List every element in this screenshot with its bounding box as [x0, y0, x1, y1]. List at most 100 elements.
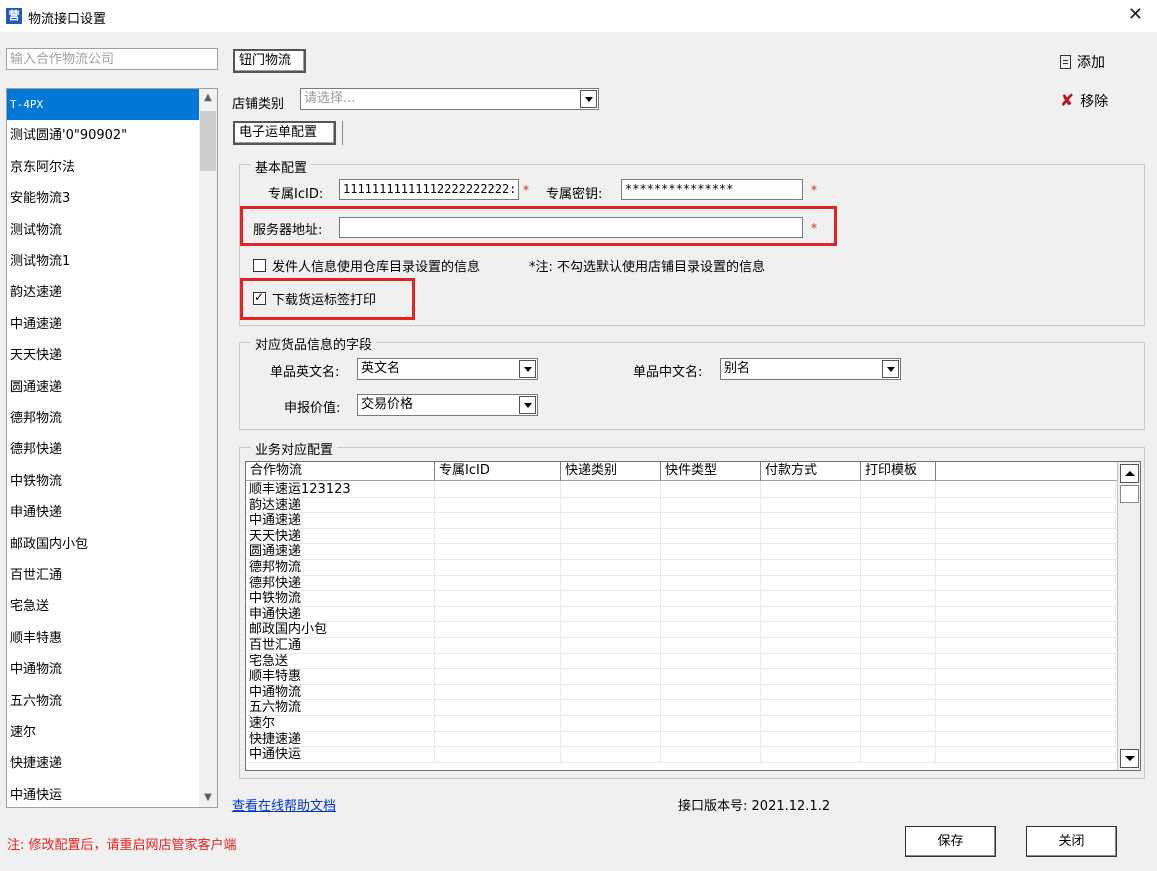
- table-row[interactable]: 顺丰特惠: [246, 669, 1116, 685]
- company-list-item[interactable]: T-4PX: [7, 89, 200, 120]
- table-cell[interactable]: [761, 731, 861, 747]
- company-list-item[interactable]: 中通快运: [7, 780, 200, 807]
- table-cell[interactable]: [561, 528, 661, 544]
- table-cell[interactable]: [661, 560, 761, 575]
- grid-column-header[interactable]: 打印模板: [861, 462, 936, 481]
- table-cell[interactable]: [561, 638, 661, 653]
- table-cell[interactable]: [435, 716, 561, 731]
- table-cell[interactable]: [936, 560, 1116, 575]
- scroll-up-icon[interactable]: [1120, 464, 1139, 483]
- table-cell[interactable]: [435, 669, 561, 685]
- table-cell[interactable]: [861, 684, 936, 700]
- company-list-item[interactable]: 安能物流3: [7, 183, 200, 214]
- declare-value-select[interactable]: 交易价格: [357, 394, 538, 416]
- company-list-item[interactable]: 圆通速递: [7, 372, 200, 403]
- company-list-item[interactable]: 百世汇通: [7, 560, 200, 591]
- company-list-item[interactable]: 宅急送: [7, 591, 200, 622]
- table-cell[interactable]: [561, 684, 661, 700]
- table-cell[interactable]: [661, 716, 761, 731]
- table-cell[interactable]: 宅急送: [246, 653, 435, 669]
- table-cell[interactable]: [861, 622, 936, 638]
- table-cell[interactable]: [761, 700, 861, 716]
- company-list-item[interactable]: 韵达速递: [7, 277, 200, 308]
- table-cell[interactable]: [435, 544, 561, 560]
- table-cell[interactable]: [435, 513, 561, 529]
- table-cell[interactable]: [435, 497, 561, 513]
- secret-input[interactable]: ***************: [621, 179, 803, 200]
- table-cell[interactable]: [661, 544, 761, 560]
- company-list-item[interactable]: 天天快递: [7, 340, 200, 371]
- table-cell[interactable]: [561, 716, 661, 731]
- table-row[interactable]: 韵达速递: [246, 497, 1116, 514]
- table-cell[interactable]: [861, 528, 936, 544]
- table-cell[interactable]: [661, 528, 761, 544]
- table-cell[interactable]: 顺丰特惠: [246, 669, 435, 685]
- table-cell[interactable]: [435, 560, 561, 575]
- table-cell[interactable]: [661, 513, 761, 529]
- table-row[interactable]: 中通速递: [246, 513, 1116, 529]
- checkbox-icon[interactable]: [253, 290, 266, 305]
- table-cell[interactable]: [561, 513, 661, 529]
- company-list-item[interactable]: 邮政国内小包: [7, 529, 200, 560]
- table-cell[interactable]: [861, 653, 936, 669]
- table-cell[interactable]: 韵达速递: [246, 497, 435, 513]
- table-cell[interactable]: 邮政国内小包: [246, 622, 435, 638]
- company-list-item[interactable]: 中通物流: [7, 654, 200, 685]
- company-list-item[interactable]: 申通快递: [7, 497, 200, 528]
- table-cell[interactable]: [936, 591, 1116, 607]
- company-list-item[interactable]: 测试圆通'0"90902": [7, 120, 200, 151]
- table-cell[interactable]: [861, 716, 936, 731]
- scroll-down-icon[interactable]: [1120, 749, 1139, 768]
- table-row[interactable]: 中通物流: [246, 684, 1116, 701]
- table-cell[interactable]: [435, 700, 561, 716]
- table-cell[interactable]: [561, 544, 661, 560]
- table-cell[interactable]: [561, 591, 661, 607]
- table-row[interactable]: 中通快运: [246, 747, 1116, 763]
- table-cell[interactable]: 中通物流: [246, 684, 435, 700]
- company-list-item[interactable]: 德邦快递: [7, 434, 200, 465]
- table-cell[interactable]: [661, 684, 761, 700]
- table-row[interactable]: 速尔: [246, 716, 1116, 732]
- table-cell[interactable]: [761, 684, 861, 700]
- table-cell[interactable]: [561, 606, 661, 622]
- table-cell[interactable]: [936, 700, 1116, 716]
- table-cell[interactable]: [936, 513, 1116, 529]
- company-list-item[interactable]: 顺丰特惠: [7, 623, 200, 654]
- table-cell[interactable]: [936, 528, 1116, 544]
- table-cell[interactable]: [861, 747, 936, 763]
- table-cell[interactable]: [761, 716, 861, 731]
- table-row[interactable]: 天天快递: [246, 528, 1116, 545]
- table-cell[interactable]: 五六物流: [246, 700, 435, 716]
- table-cell[interactable]: 快捷速递: [246, 731, 435, 747]
- table-cell[interactable]: [861, 482, 936, 497]
- table-cell[interactable]: [761, 653, 861, 669]
- table-cell[interactable]: [761, 747, 861, 763]
- table-cell[interactable]: [761, 606, 861, 622]
- table-cell[interactable]: [936, 669, 1116, 685]
- table-cell[interactable]: [435, 606, 561, 622]
- table-cell[interactable]: [435, 684, 561, 700]
- table-cell[interactable]: [861, 731, 936, 747]
- table-cell[interactable]: [761, 513, 861, 529]
- table-cell[interactable]: [861, 638, 936, 653]
- table-cell[interactable]: [661, 700, 761, 716]
- table-cell[interactable]: [435, 653, 561, 669]
- table-cell[interactable]: [861, 513, 936, 529]
- table-cell[interactable]: [861, 700, 936, 716]
- business-grid[interactable]: 合作物流 专属IcID 快递类别 快件类型 付款方式 打印模板 顺丰速运1231…: [245, 461, 1141, 771]
- company-list-item[interactable]: 德邦物流: [7, 403, 200, 434]
- company-list-item[interactable]: 速尔: [7, 717, 200, 748]
- table-cell[interactable]: [936, 716, 1116, 731]
- table-cell[interactable]: [861, 575, 936, 591]
- table-cell[interactable]: 中通速递: [246, 513, 435, 529]
- table-cell[interactable]: [435, 482, 561, 497]
- table-cell[interactable]: [861, 560, 936, 575]
- table-cell[interactable]: [661, 638, 761, 653]
- save-button[interactable]: 保存: [905, 826, 996, 857]
- table-row[interactable]: 百世汇通: [246, 638, 1116, 654]
- table-cell[interactable]: 申通快递: [246, 606, 435, 622]
- scroll-thumb[interactable]: [200, 111, 216, 171]
- company-list-item[interactable]: 中铁物流: [7, 466, 200, 497]
- scroll-up-icon[interactable]: ▲: [199, 89, 217, 107]
- table-row[interactable]: 申通快递: [246, 606, 1116, 623]
